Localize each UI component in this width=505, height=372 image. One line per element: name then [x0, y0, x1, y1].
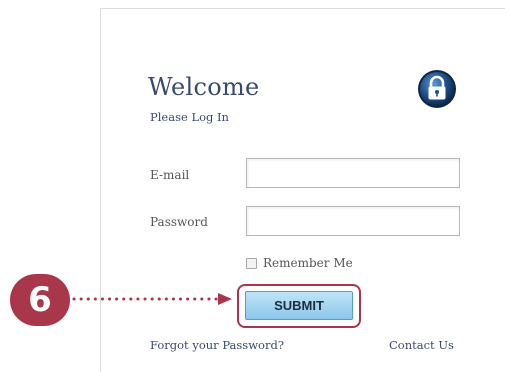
page-subtitle: Please Log In — [150, 110, 229, 124]
remember-me-checkbox[interactable] — [246, 257, 257, 269]
lock-icon — [418, 70, 456, 108]
contact-us-link[interactable]: Contact Us — [389, 338, 454, 352]
email-label: E-mail — [150, 168, 190, 182]
remember-me-label: Remember Me — [263, 256, 353, 270]
tutorial-screenshot: Welcome Please Log In E-mail Password Re… — [0, 0, 505, 372]
password-label: Password — [150, 215, 208, 229]
forgot-password-link[interactable]: Forgot your Password? — [150, 338, 284, 352]
email-field[interactable] — [246, 158, 460, 188]
password-field[interactable] — [246, 206, 460, 236]
submit-button[interactable]: SUBMIT — [245, 291, 353, 320]
dotted-arrow — [72, 293, 232, 305]
remember-me-row[interactable]: Remember Me — [246, 256, 353, 270]
page-title: Welcome — [148, 73, 260, 101]
step-badge: 6 — [10, 274, 70, 326]
